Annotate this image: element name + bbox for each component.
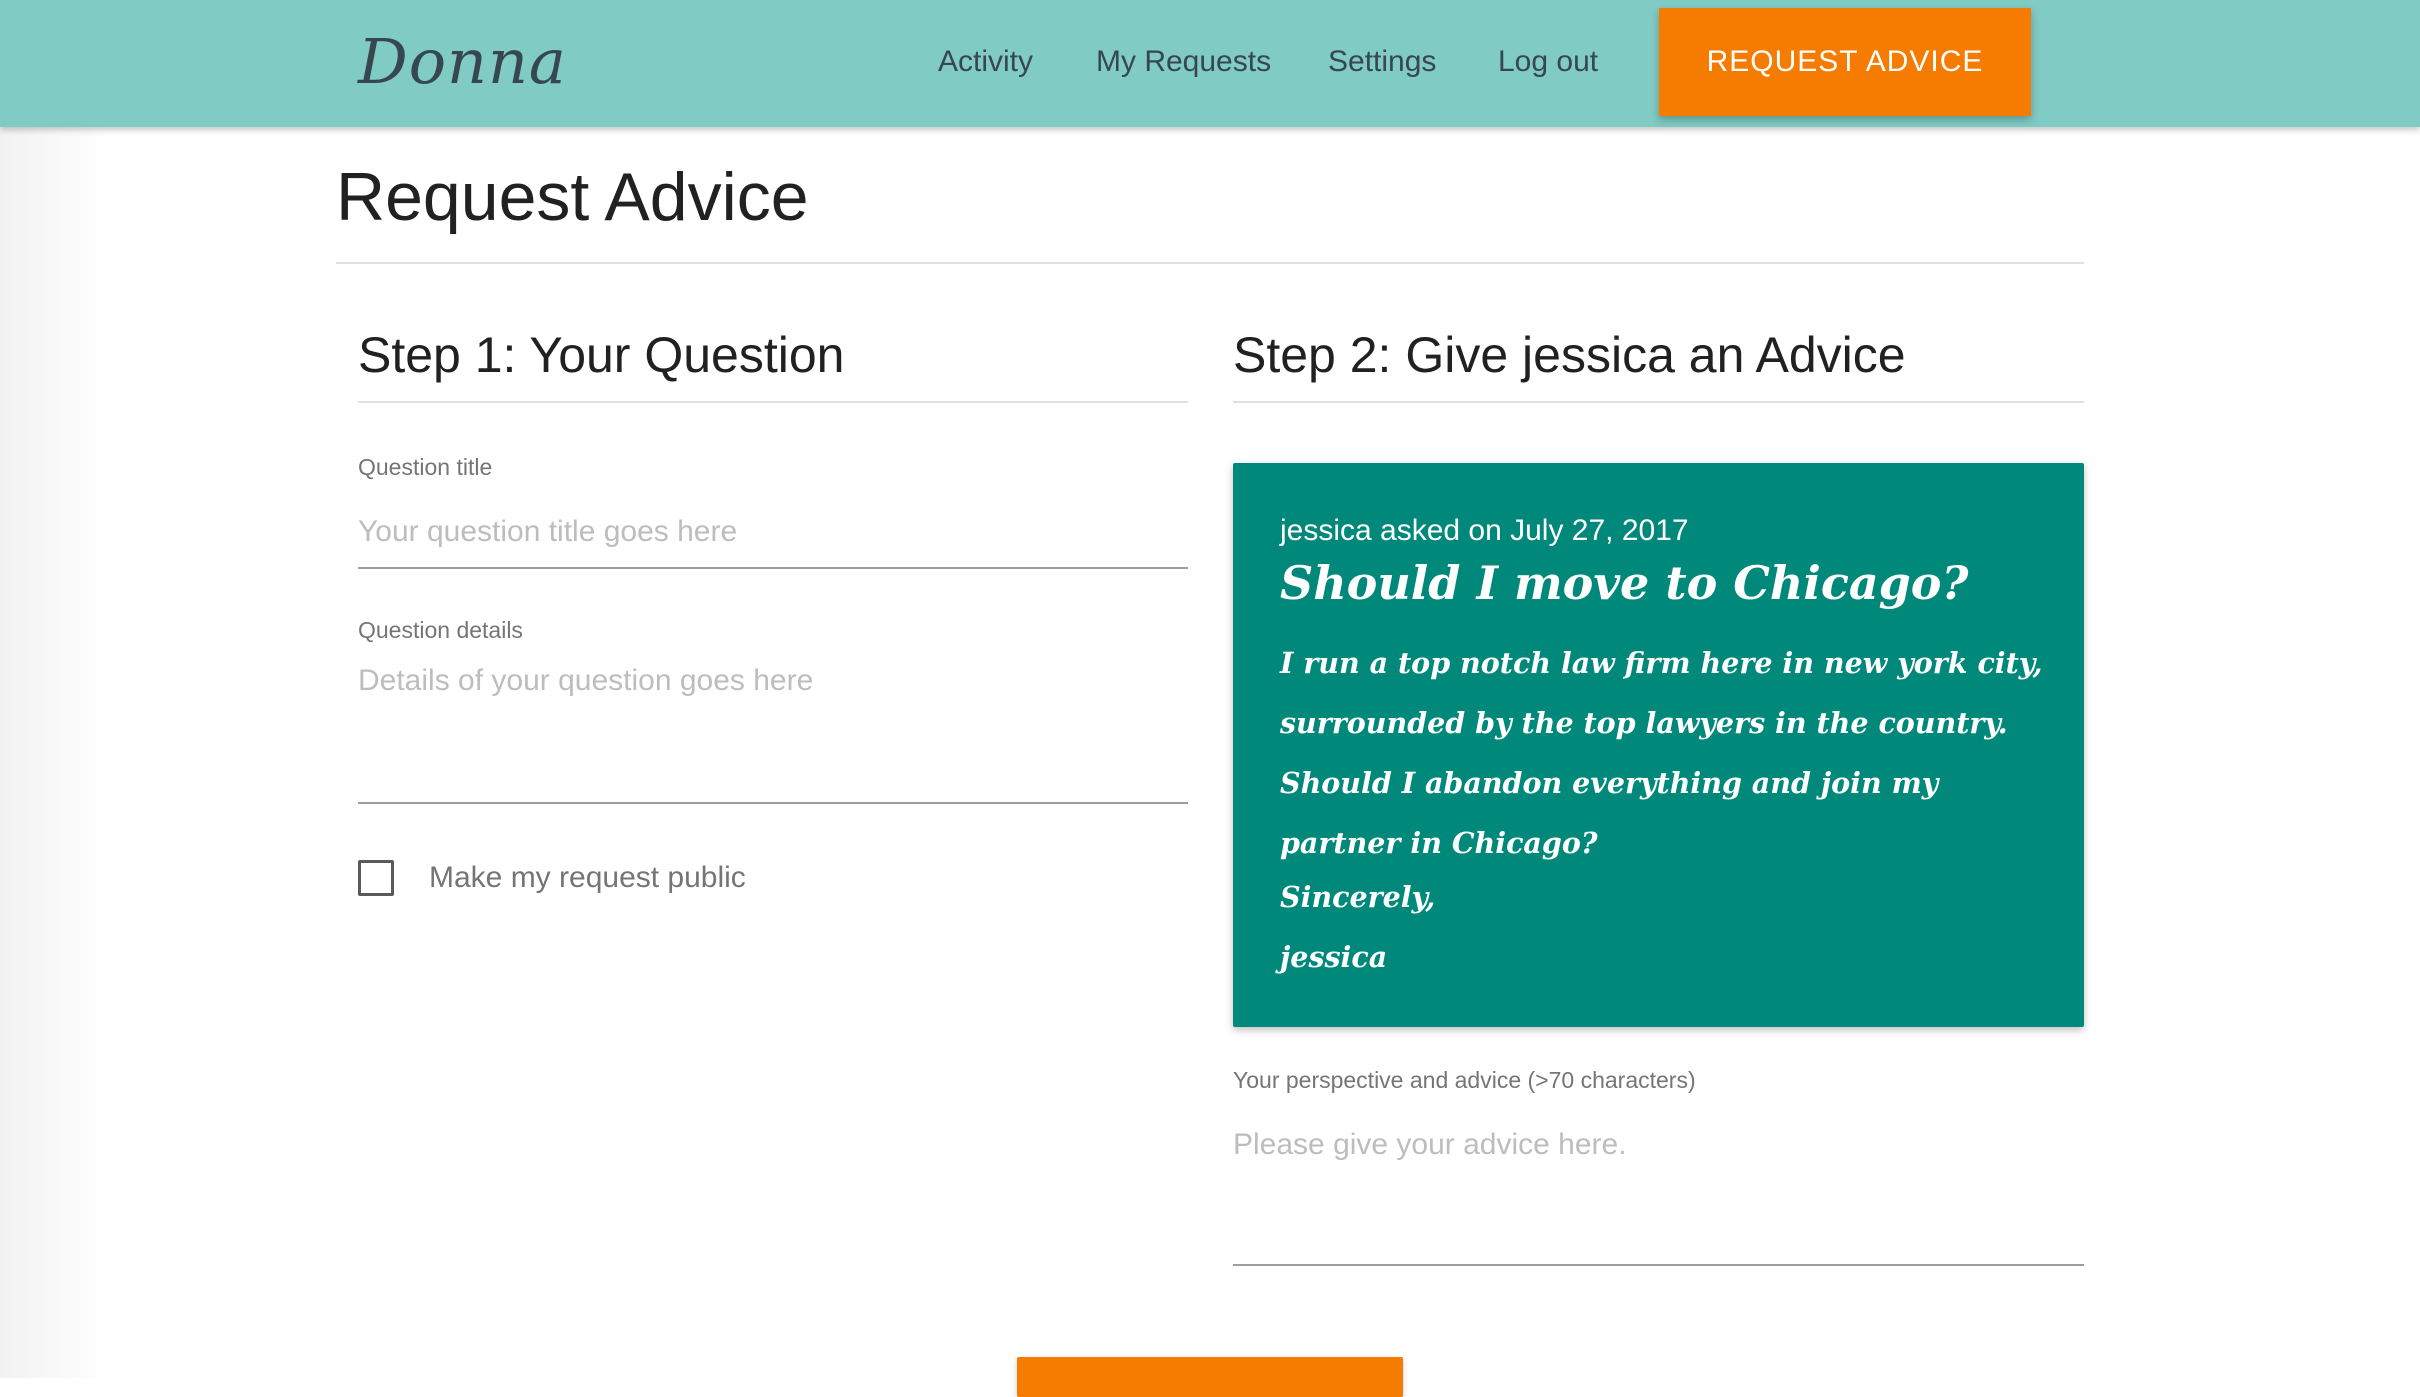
question-details-textarea[interactable] [358, 664, 1188, 804]
advice-label: Your perspective and advice (>70 charact… [1233, 1067, 1696, 1093]
question-title-label: Question title [358, 454, 493, 480]
submit-button[interactable] [1017, 1357, 1403, 1397]
nav-link-activity[interactable]: Activity [938, 40, 1033, 84]
question-card: jessica asked on July 27, 2017 Should I … [1233, 463, 2084, 1027]
brand-logo[interactable]: Donna [358, 22, 567, 102]
step2-heading: Step 2: Give jessica an Advice [1233, 327, 1906, 383]
step1-divider [358, 401, 1188, 403]
nav-link-my-requests[interactable]: My Requests [1096, 40, 1271, 84]
advice-textarea[interactable] [1233, 1128, 2084, 1266]
signoff-author: jessica [1280, 940, 1388, 974]
top-navbar: Donna Activity My Requests Settings Log … [0, 0, 2420, 127]
nav-link-log-out[interactable]: Log out [1498, 40, 1598, 84]
page-title: Request Advice [336, 159, 809, 235]
question-card-signoff: Sincerely, jessica [1280, 867, 1435, 987]
question-title-input[interactable] [358, 496, 1188, 569]
step2-divider [1233, 401, 2084, 403]
question-details-label: Question details [358, 617, 523, 643]
nav-link-settings[interactable]: Settings [1328, 40, 1436, 84]
make-public-checkbox[interactable] [358, 860, 394, 896]
step1-heading: Step 1: Your Question [358, 327, 845, 383]
question-meta: jessica asked on July 27, 2017 [1280, 514, 1689, 547]
question-card-body: I run a top notch law firm here in new y… [1280, 646, 2043, 860]
signoff-line: Sincerely, [1280, 880, 1436, 914]
page-background-shade [0, 127, 110, 1378]
make-public-label[interactable]: Make my request public [429, 858, 746, 898]
question-card-title: Should I move to Chicago? [1280, 556, 1969, 610]
page-title-divider [336, 262, 2084, 264]
request-advice-button[interactable]: REQUEST ADVICE [1659, 8, 2031, 116]
